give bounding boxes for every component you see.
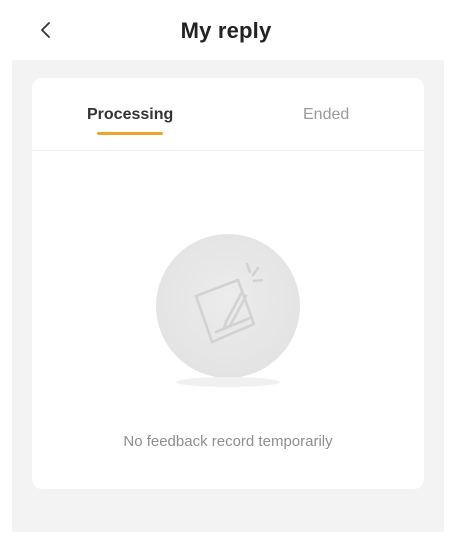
tab-bar: Processing Ended [32,78,424,151]
top-bar: My reply [0,0,452,60]
page-title: My reply [180,18,272,43]
empty-state-message: No feedback record temporarily [123,433,333,450]
edit-note-icon [156,234,300,387]
tab-ended[interactable]: Ended [303,106,349,124]
content-area: Processing Ended No feedback record temp… [12,60,444,532]
active-tab-indicator [97,132,163,135]
reply-card: Processing Ended No feedback record temp… [32,78,424,489]
tab-processing[interactable]: Processing [87,106,173,124]
